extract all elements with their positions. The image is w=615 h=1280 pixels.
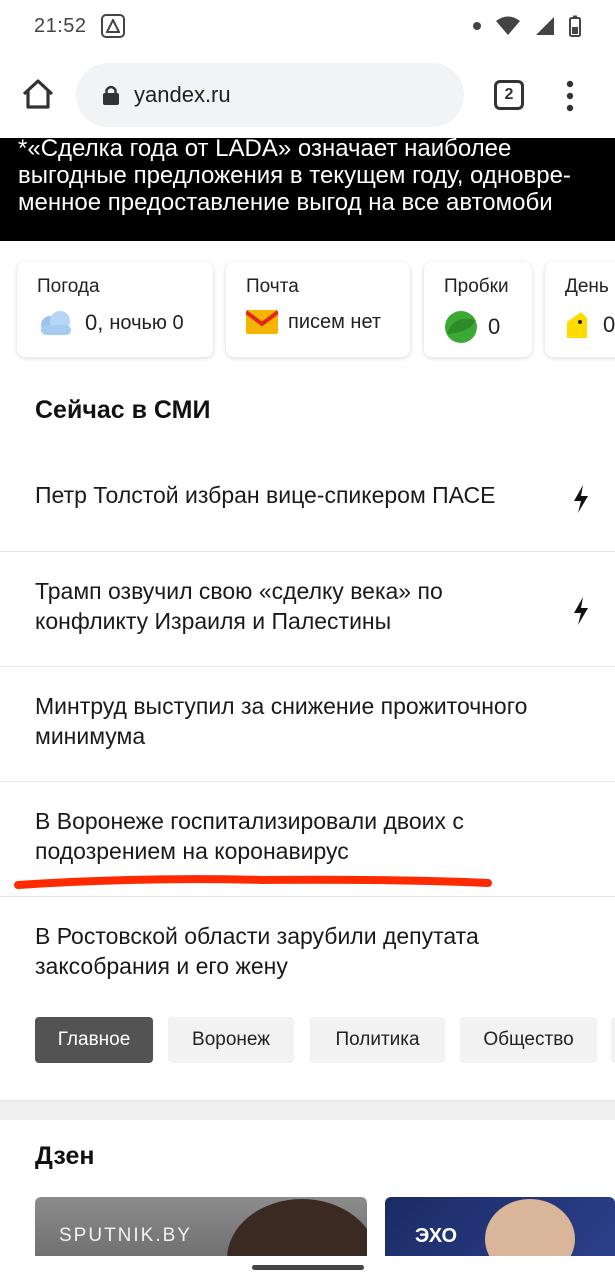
home-icon[interactable] bbox=[18, 74, 58, 114]
gesture-bar bbox=[0, 1256, 615, 1280]
zen-card[interactable]: SPUTNIK.BY bbox=[35, 1197, 367, 1257]
status-indicators bbox=[473, 15, 581, 37]
status-time: 21:52 bbox=[34, 14, 87, 37]
zen-card[interactable]: ЭХО bbox=[385, 1197, 615, 1257]
cloud-icon bbox=[41, 311, 71, 335]
weather-night-value: ночью 0 bbox=[109, 311, 184, 334]
weather-informer[interactable]: Погода 0, ночью 0 bbox=[17, 262, 213, 357]
zen-card-source: ЭХО bbox=[415, 1225, 458, 1247]
zen-section-title: Дзен bbox=[35, 1142, 95, 1170]
zen-card-source: SPUTNIK.BY bbox=[59, 1225, 192, 1246]
informer-title: Погода bbox=[37, 276, 100, 297]
zen-card-image bbox=[227, 1199, 367, 1257]
more-menu-icon[interactable] bbox=[560, 78, 580, 114]
status-bar: 21:52 bbox=[0, 0, 615, 52]
weather-value: 0, bbox=[85, 310, 104, 335]
zen-card-image bbox=[485, 1199, 575, 1257]
news-section: Сейчас в СМИ Петр Толстой избран вице-сп… bbox=[0, 368, 615, 1100]
lightning-icon bbox=[574, 597, 588, 625]
lock-icon bbox=[103, 85, 119, 105]
informer-title: Почта bbox=[246, 276, 299, 297]
news-item-text: В Воронеже госпитализировали двоих с под… bbox=[35, 808, 464, 864]
mail-envelope-icon bbox=[246, 310, 278, 334]
informer-title: День bbox=[565, 276, 609, 297]
browser-toolbar: yandex.ru 2 bbox=[0, 52, 615, 140]
rubric-main[interactable]: Главное bbox=[35, 1017, 153, 1063]
news-item[interactable]: Трамп озвучил свою «сделку века» по конф… bbox=[0, 552, 615, 667]
ad-banner[interactable]: *«Сделка года от LADA» означает наиболее… bbox=[0, 138, 615, 241]
traffic-informer[interactable]: Пробки 0 bbox=[424, 262, 532, 357]
tab-switcher-button[interactable]: 2 bbox=[494, 80, 524, 110]
ad-text-line: менное предоставление выгод на все автом… bbox=[18, 189, 553, 216]
news-rubrics: Главное Воронеж Политика Общество bbox=[35, 1017, 615, 1063]
informer-title: Пробки bbox=[444, 276, 509, 297]
money-informer[interactable]: День 0 bbox=[545, 262, 615, 357]
wifi-icon bbox=[496, 16, 520, 35]
red-underline-annotation bbox=[14, 875, 492, 889]
lightning-icon bbox=[574, 485, 588, 513]
news-item[interactable]: Петр Толстой избран вице-спикером ПАСЕ bbox=[0, 452, 615, 552]
news-item-text: Минтруд выступил за снижение прожиточног… bbox=[35, 693, 528, 749]
informers-row: Погода 0, ночью 0 Почта писем нет Пробки bbox=[0, 252, 615, 368]
money-value: 0 bbox=[603, 312, 615, 337]
rubric-politics[interactable]: Политика bbox=[310, 1017, 445, 1063]
traffic-green-icon bbox=[445, 311, 477, 343]
news-section-title: Сейчас в СМИ bbox=[35, 396, 211, 424]
tab-count: 2 bbox=[504, 86, 514, 103]
rubric-more[interactable] bbox=[611, 1017, 615, 1063]
section-divider bbox=[0, 1100, 615, 1120]
url-text: yandex.ru bbox=[134, 82, 231, 107]
news-item-text: В Ростовской области зарубили депутата з… bbox=[35, 923, 479, 979]
news-item-text: Петр Толстой избран вице-спикером ПАСЕ bbox=[35, 482, 496, 508]
rubric-voronezh[interactable]: Воронеж bbox=[168, 1017, 294, 1063]
gesture-handle[interactable] bbox=[252, 1265, 364, 1270]
android-auto-icon bbox=[100, 14, 125, 38]
battery-icon bbox=[569, 15, 581, 37]
ad-text-line: *«Сделка года от LADA» означает наиболее bbox=[18, 138, 512, 162]
rubric-society[interactable]: Общество bbox=[460, 1017, 597, 1063]
news-item[interactable]: В Ростовской области зарубили депутата з… bbox=[0, 897, 615, 997]
notification-dot-icon bbox=[473, 22, 481, 30]
news-item[interactable]: Минтруд выступил за снижение прожиточног… bbox=[0, 667, 615, 782]
news-item-text: Трамп озвучил свою «сделку века» по конф… bbox=[35, 578, 443, 634]
mail-value: писем нет bbox=[288, 310, 382, 333]
mail-informer[interactable]: Почта писем нет bbox=[226, 262, 410, 357]
wallet-icon bbox=[567, 312, 587, 338]
signal-icon bbox=[536, 17, 554, 35]
address-bar[interactable]: yandex.ru bbox=[76, 63, 464, 127]
traffic-value: 0 bbox=[488, 314, 501, 339]
ad-text-line: выгодные предложения в текущем году, одн… bbox=[18, 162, 571, 189]
